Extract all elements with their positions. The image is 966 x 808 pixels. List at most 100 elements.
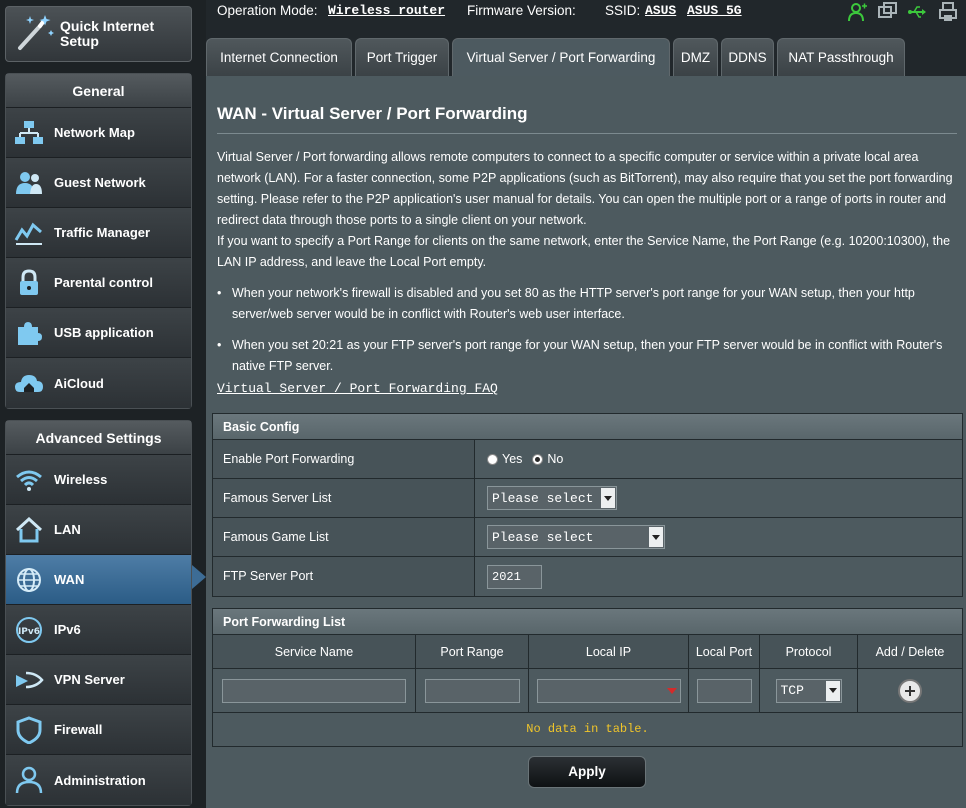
puzzle-icon (14, 318, 44, 348)
title-divider (217, 133, 957, 134)
menu-vpn-server[interactable]: VPN Server (6, 655, 191, 705)
chevron-down-icon (825, 680, 840, 701)
select-value: Please select (492, 490, 594, 506)
globe-icon (14, 565, 44, 595)
local-ip-input[interactable] (536, 678, 681, 703)
col-port-range: Port Range (416, 635, 529, 668)
menu-lan[interactable]: LAN (6, 505, 191, 555)
status-icons (848, 2, 958, 22)
local-port-input[interactable] (696, 678, 752, 703)
tab-dmz[interactable]: DMZ (673, 38, 718, 76)
ssid-link-5g[interactable]: ASUS_5G (687, 3, 742, 18)
col-add-delete: Add / Delete (875, 645, 945, 659)
cloud-house-icon (14, 368, 44, 398)
client-status-icon[interactable] (848, 2, 868, 22)
description-text: Virtual Server / Port forwarding allows … (217, 150, 953, 227)
page-title: WAN - Virtual Server / Port Forwarding (217, 104, 528, 123)
menu-label: Network Map (54, 125, 135, 140)
advanced-title: Advanced Settings (6, 421, 191, 455)
col-service-name: Service Name (213, 635, 416, 668)
wifi-icon (14, 465, 44, 495)
famous-game-list-label: Famous Game List (213, 518, 475, 556)
menu-wireless[interactable]: Wireless (6, 455, 191, 505)
general-group: General Network Map Guest Network Traffi… (5, 73, 192, 409)
dropdown-arrow-icon[interactable] (666, 687, 677, 694)
multi-window-icon[interactable] (878, 2, 898, 22)
menu-parental-control[interactable]: Parental control (6, 258, 191, 308)
menu-ipv6[interactable]: IPv6 IPv6 (6, 605, 191, 655)
menu-label: IPv6 (54, 622, 81, 637)
active-menu-pointer (192, 565, 206, 589)
famous-game-list-select[interactable]: Please select (487, 525, 665, 549)
famous-server-list-label: Famous Server List (213, 479, 475, 517)
famous-server-list-select[interactable]: Please select (487, 486, 617, 510)
famous-server-list-row: Famous Server List Please select (213, 479, 962, 518)
note-item: When your network's firewall is disabled… (217, 283, 962, 325)
basic-config-header: Basic Config (213, 414, 962, 440)
tab-virtual-server[interactable]: Virtual Server / Port Forwarding (452, 38, 670, 78)
tab-internet-connection[interactable]: Internet Connection (206, 38, 352, 76)
protocol-select[interactable]: TCP (775, 678, 842, 703)
magic-wand-icon (12, 12, 56, 56)
vpn-tunnel-icon (14, 665, 44, 695)
tab-ddns[interactable]: DDNS (721, 38, 774, 76)
general-title: General (6, 74, 191, 108)
radio-yes-label: Yes (502, 452, 523, 466)
tab-port-trigger[interactable]: Port Trigger (355, 38, 449, 76)
enable-port-forwarding-label: Enable Port Forwarding (213, 440, 475, 478)
page-description: Virtual Server / Port forwarding allows … (217, 147, 962, 273)
ipv6-globe-icon: IPv6 (14, 615, 44, 645)
chevron-down-icon (601, 488, 615, 508)
description-text-2: If you want to specify a Port Range for … (217, 234, 951, 269)
usb-status-icon[interactable] (908, 2, 928, 22)
menu-traffic-manager[interactable]: Traffic Manager (6, 208, 191, 258)
admin-user-icon (14, 765, 44, 795)
op-mode-label: Operation Mode: (217, 3, 318, 18)
tab-nat-passthrough[interactable]: NAT Passthrough (777, 38, 905, 76)
add-entry-icon[interactable] (898, 678, 922, 703)
port-forwarding-table: Port Forwarding List Service Name Port R… (212, 608, 963, 747)
basic-config-table: Basic Config Enable Port Forwarding Yes … (212, 413, 963, 597)
service-name-input[interactable] (222, 678, 406, 703)
svg-text:IPv6: IPv6 (18, 627, 40, 637)
advanced-group: Advanced Settings Wireless LAN WAN IPv6 … (5, 420, 192, 806)
ssid-link-24g[interactable]: ASUS (645, 3, 676, 18)
op-mode-link[interactable]: Wireless router (328, 3, 445, 18)
menu-aicloud[interactable]: AiCloud (6, 358, 191, 408)
enable-port-forwarding-row: Enable Port Forwarding Yes No (213, 440, 962, 479)
top-status-bar: Operation Mode: Wireless router Firmware… (206, 0, 966, 24)
menu-label: USB application (54, 325, 154, 340)
ftp-server-port-input[interactable]: 2021 (487, 564, 542, 589)
port-forwarding-header: Port Forwarding List (213, 609, 962, 635)
radio-no[interactable] (532, 453, 544, 465)
shield-icon (14, 715, 44, 745)
main-panel: WAN - Virtual Server / Port Forwarding V… (206, 76, 966, 808)
menu-guest-network[interactable]: Guest Network (6, 158, 191, 208)
apply-button[interactable]: Apply (528, 756, 646, 788)
home-icon (14, 515, 44, 545)
menu-label: AiCloud (54, 375, 104, 391)
empty-table-message: No data in table. (213, 713, 962, 746)
quick-internet-setup-button[interactable]: Quick Internet Setup (5, 6, 192, 62)
radio-no-label: No (547, 452, 564, 466)
menu-label: Guest Network (54, 175, 146, 190)
printer-icon[interactable] (938, 2, 958, 22)
menu-label: Firewall (54, 722, 103, 737)
menu-administration[interactable]: Administration (6, 755, 191, 805)
menu-network-map[interactable]: Network Map (6, 108, 191, 158)
port-range-input[interactable] (424, 678, 520, 703)
sidebar: Quick Internet Setup General Network Map… (0, 0, 206, 808)
menu-usb-application[interactable]: USB application (6, 308, 191, 358)
menu-label: VPN Server (54, 672, 125, 687)
select-value: Please select (492, 529, 594, 545)
ftp-server-port-row: FTP Server Port 2021 (213, 557, 962, 596)
table-header-row: Service Name Port Range Local IP Local P… (213, 635, 962, 669)
faq-link[interactable]: Virtual Server / Port Forwarding FAQ (217, 381, 498, 396)
new-entry-row: TCP (213, 669, 962, 713)
guest-users-icon (14, 168, 44, 198)
menu-wan[interactable]: WAN (6, 555, 191, 605)
menu-label: Administration (54, 772, 146, 788)
menu-firewall[interactable]: Firewall (6, 705, 191, 755)
menu-label: Wireless (54, 472, 108, 487)
radio-yes[interactable] (487, 453, 498, 465)
